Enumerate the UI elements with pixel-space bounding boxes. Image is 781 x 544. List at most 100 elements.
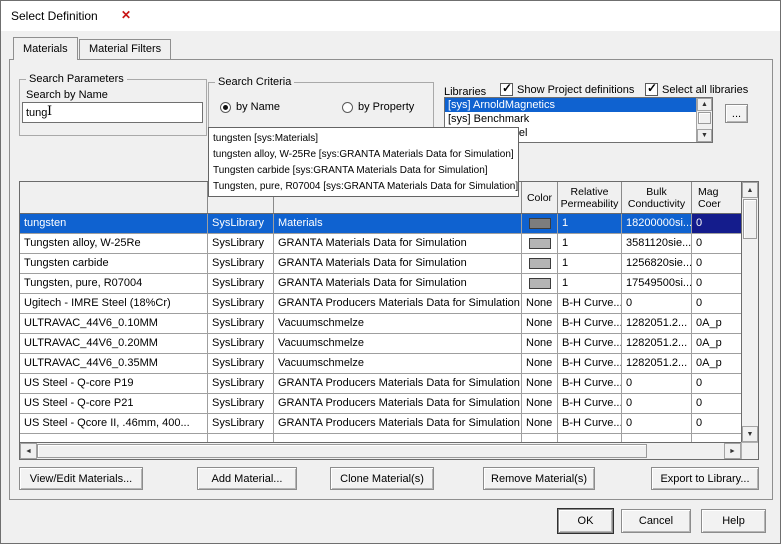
cell-bulk-conductivity: 0 xyxy=(622,414,692,433)
cell-bulk-conductivity: 1282051.2... xyxy=(622,314,692,333)
libraries-scrollbar[interactable]: ▲ ▼ xyxy=(696,98,712,142)
check-icon: ✓ xyxy=(502,81,513,95)
tab-material-filters[interactable]: Material Filters xyxy=(79,39,172,59)
browse-libraries-button[interactable]: ... xyxy=(725,104,748,123)
select-definition-dialog: Select Definition ✕ Materials Material F… xyxy=(0,0,781,544)
radio-by-property[interactable]: by Property xyxy=(342,101,414,113)
cell-relative-permeability: B-H Curve... xyxy=(558,354,622,373)
table-row[interactable]: US Steel - Q-core P19 SysLibrary GRANTA … xyxy=(20,374,741,394)
table-vertical-scrollbar[interactable]: ▲ ▼ xyxy=(741,182,758,442)
table-row[interactable]: tungsten SysLibrary Materials 1 18200000… xyxy=(20,214,741,234)
header-bulk-conductivity: Bulk Conductivity xyxy=(622,182,692,213)
table-horizontal-scrollbar[interactable]: ◄ ► xyxy=(20,442,741,459)
scrollbar-corner xyxy=(741,442,758,459)
scroll-down-icon[interactable]: ▼ xyxy=(697,129,712,142)
remove-materials-button[interactable]: Remove Material(s) xyxy=(483,467,595,490)
cell-mag-coercivity: 0 xyxy=(696,377,703,389)
search-criteria-group-label: Search Criteria xyxy=(215,76,295,88)
add-material-button[interactable]: Add Material... xyxy=(197,467,297,490)
cell-relative-permeability: 1 xyxy=(558,254,622,273)
cell-color: None xyxy=(522,294,558,313)
color-swatch xyxy=(528,238,551,249)
search-name-input[interactable] xyxy=(22,102,203,123)
cancel-button[interactable]: Cancel xyxy=(621,509,691,533)
scroll-down-icon[interactable]: ▼ xyxy=(742,426,758,442)
cell-relative-permeability: 1 xyxy=(558,214,622,233)
cell-origin: Vacuumschmelze xyxy=(274,334,522,353)
scroll-up-icon[interactable]: ▲ xyxy=(742,182,758,198)
cell-mag-coercivity: 0 xyxy=(692,214,741,233)
cell-origin: GRANTA Producers Materials Data for Simu… xyxy=(274,394,522,413)
cell-bulk-conductivity: 0 xyxy=(622,394,692,413)
table-row[interactable] xyxy=(20,434,741,442)
color-swatch xyxy=(528,218,551,229)
table-row[interactable]: Ugitech - IMRE Steel (18%Cr) SysLibrary … xyxy=(20,294,741,314)
suggestion-item[interactable]: Tungsten carbide [sys:GRANTA Materials D… xyxy=(209,163,518,179)
radio-by-name[interactable]: by Name xyxy=(220,101,280,113)
cell-location: SysLibrary xyxy=(208,274,274,293)
cell-origin: GRANTA Materials Data for Simulation xyxy=(274,254,522,273)
cell-name: ULTRAVAC_44V6_0.35MM xyxy=(20,354,208,373)
select-all-libraries-label: Select all libraries xyxy=(662,83,749,96)
table-row[interactable]: US Steel - Qcore II, .46mm, 400... SysLi… xyxy=(20,414,741,434)
cell-location: SysLibrary xyxy=(208,374,274,393)
ok-button[interactable]: OK xyxy=(558,509,613,533)
cell-location: SysLibrary xyxy=(208,294,274,313)
cell-name: US Steel - Q-core P19 xyxy=(20,374,208,393)
cell-color: None xyxy=(522,334,558,353)
cell-color xyxy=(522,434,558,442)
cell-mag-coercivity: 0 xyxy=(696,417,703,429)
scrollbar-thumb[interactable] xyxy=(698,112,711,124)
cell-location: SysLibrary xyxy=(208,354,274,373)
cell-mag-coercivity: 0 xyxy=(696,257,703,269)
cell-name: US Steel - Qcore II, .46mm, 400... xyxy=(20,414,208,433)
scrollbar-thumb[interactable] xyxy=(743,199,757,239)
cell-relative-permeability: B-H Curve... xyxy=(558,314,622,333)
titlebar[interactable]: Select Definition ✕ xyxy=(1,1,780,31)
cell-mag-coercivity: 0A_p xyxy=(696,357,722,369)
help-button[interactable]: Help xyxy=(701,509,766,533)
scroll-up-icon[interactable]: ▲ xyxy=(697,98,712,111)
suggestion-item[interactable]: Tungsten, pure, R07004 [sys:GRANTA Mater… xyxy=(209,179,518,195)
cell-relative-permeability: B-H Curve... xyxy=(558,294,622,313)
scroll-right-icon[interactable]: ► xyxy=(724,443,741,459)
export-to-library-button[interactable]: Export to Library... xyxy=(651,467,759,490)
cell-name: ULTRAVAC_44V6_0.20MM xyxy=(20,334,208,353)
table-row[interactable]: Tungsten alloy, W-25Re SysLibrary GRANTA… xyxy=(20,234,741,254)
library-item[interactable]: [sys] Benchmark xyxy=(445,112,712,126)
cell-mag-coercivity: 0 xyxy=(696,297,703,309)
scrollbar-thumb[interactable] xyxy=(37,444,647,458)
suggestion-item[interactable]: tungsten alloy, W-25Re [sys:GRANTA Mater… xyxy=(209,147,518,163)
table-row[interactable]: Tungsten, pure, R07004 SysLibrary GRANTA… xyxy=(20,274,741,294)
color-swatch xyxy=(528,258,551,269)
table-row[interactable]: ULTRAVAC_44V6_0.20MM SysLibrary Vacuumsc… xyxy=(20,334,741,354)
cell-color xyxy=(522,274,558,293)
cell-color: None xyxy=(522,374,558,393)
view-edit-materials-button[interactable]: View/Edit Materials... xyxy=(19,467,143,490)
cell-relative-permeability xyxy=(558,434,622,442)
table-body: tungsten SysLibrary Materials 1 18200000… xyxy=(20,214,741,442)
cell-location: SysLibrary xyxy=(208,314,274,333)
suggestion-item[interactable]: tungsten [sys:Materials] xyxy=(209,131,518,147)
table-row[interactable]: US Steel - Q-core P21 SysLibrary GRANTA … xyxy=(20,394,741,414)
table-row[interactable]: ULTRAVAC_44V6_0.10MM SysLibrary Vacuumsc… xyxy=(20,314,741,334)
cell-location xyxy=(208,434,274,442)
radio-by-name-label: by Name xyxy=(236,101,281,113)
cell-mag-coercivity: 0 xyxy=(696,397,703,409)
select-all-libraries-checkbox[interactable]: ✓ Select all libraries xyxy=(645,81,749,96)
cell-color xyxy=(522,254,558,273)
table-row[interactable]: ULTRAVAC_44V6_0.35MM SysLibrary Vacuumsc… xyxy=(20,354,741,374)
scroll-left-icon[interactable]: ◄ xyxy=(20,443,37,459)
cell-bulk-conductivity: 18200000si... xyxy=(622,214,692,233)
cell-origin: GRANTA Producers Materials Data for Simu… xyxy=(274,294,522,313)
library-item[interactable]: [sys] ArnoldMagnetics xyxy=(445,98,712,112)
tab-materials[interactable]: Materials xyxy=(13,37,78,60)
cell-color: None xyxy=(522,394,558,413)
table-row[interactable]: Tungsten carbide SysLibrary GRANTA Mater… xyxy=(20,254,741,274)
show-project-definitions-checkbox[interactable]: ✓ Show Project definitions xyxy=(500,81,634,96)
cell-bulk-conductivity: 0 xyxy=(622,294,692,313)
cell-relative-permeability: B-H Curve... xyxy=(558,394,622,413)
clone-materials-button[interactable]: Clone Material(s) xyxy=(330,467,434,490)
check-icon: ✓ xyxy=(647,81,658,95)
search-by-name-label: Search by Name xyxy=(26,89,108,101)
